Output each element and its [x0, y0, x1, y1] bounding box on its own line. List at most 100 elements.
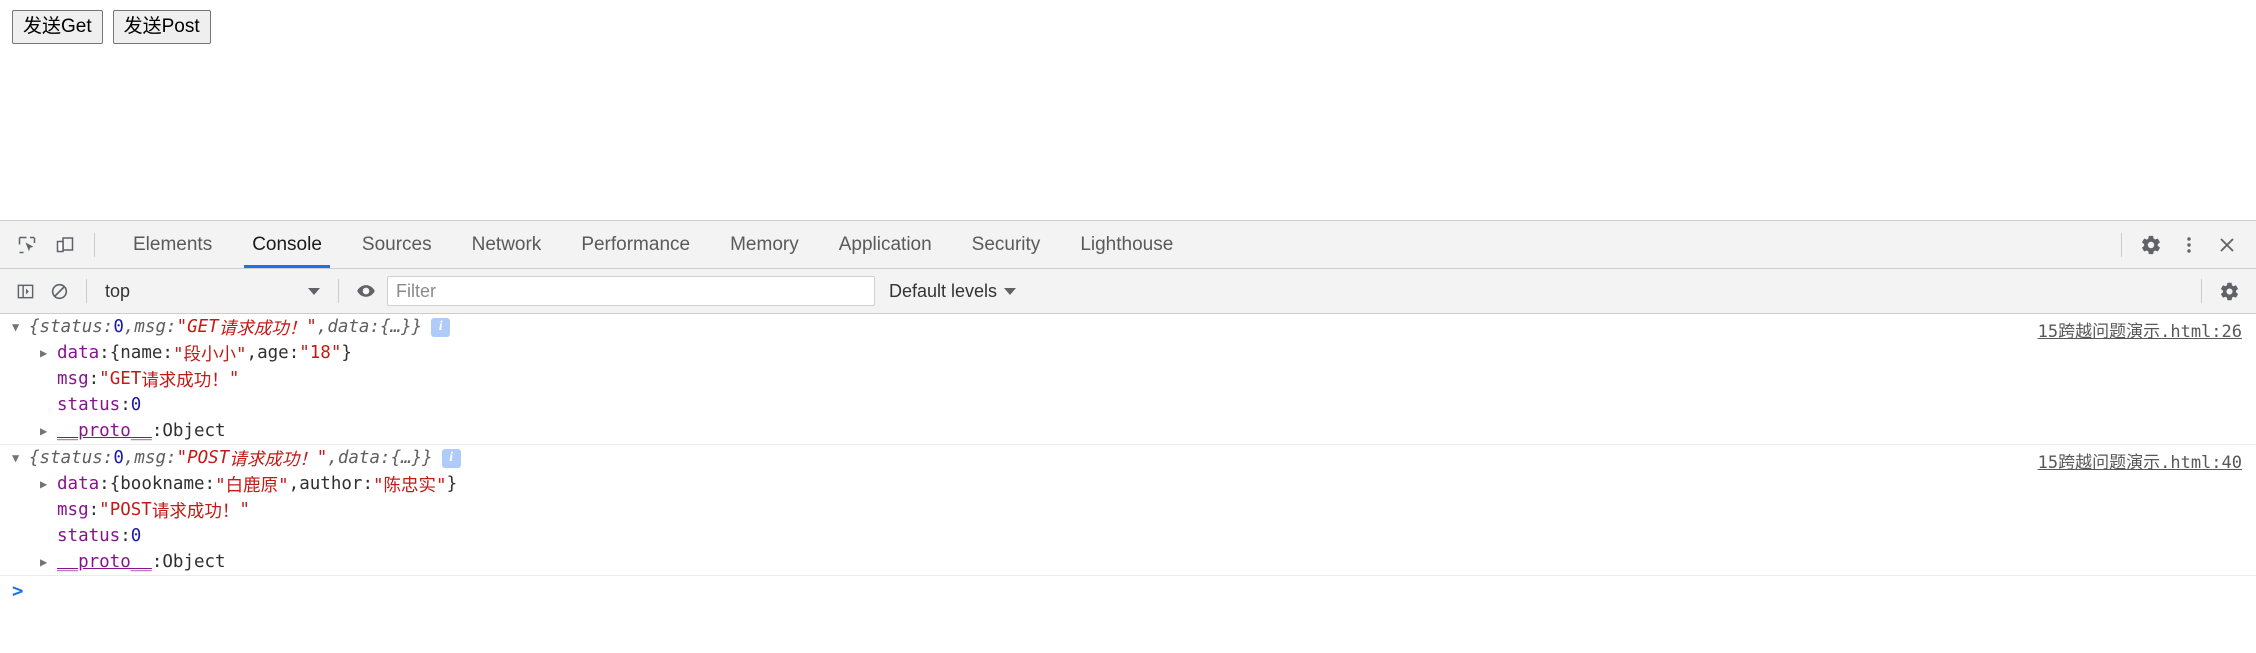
console-filter-input[interactable]	[387, 276, 875, 306]
tab-elements[interactable]: Elements	[113, 221, 232, 268]
object-property-row[interactable]: ▶ __proto__: Object	[0, 418, 2256, 444]
tab-performance[interactable]: Performance	[561, 221, 710, 268]
disclosure-triangle-closed-icon[interactable]: ▶	[40, 555, 52, 569]
toolbar-divider	[86, 279, 87, 303]
disclosure-triangle-closed-icon[interactable]: ▶	[40, 477, 52, 491]
close-devtools-icon[interactable]	[2208, 226, 2246, 264]
property-value-part: ,	[288, 474, 300, 494]
property-key: __proto__	[57, 552, 152, 572]
preview-v2_method: POST	[187, 448, 230, 468]
preview-v3: {…}	[380, 317, 412, 337]
object-property-row[interactable]: msg: " GET 请求成功！ "	[0, 366, 2256, 392]
console-toolbar-actions	[2191, 269, 2246, 313]
preview-sep2: :	[166, 317, 177, 337]
disclosure-triangle-open-icon[interactable]: ▼	[12, 451, 24, 465]
property-separator: :	[120, 526, 131, 546]
live-expression-eye-icon[interactable]	[349, 274, 383, 308]
object-property-row[interactable]: status: 0	[0, 523, 2256, 549]
property-key: data	[57, 343, 100, 363]
preview-v2_quote_open: "	[176, 317, 188, 337]
tab-network[interactable]: Network	[452, 221, 562, 268]
preview-v2_method: GET	[187, 317, 219, 337]
log-level-selector[interactable]: Default levels	[889, 280, 1017, 302]
property-value-part: bookname	[120, 474, 205, 494]
preview-v1: 0	[113, 448, 124, 468]
property-key: __proto__	[57, 421, 152, 441]
console-message-preview[interactable]: ▼{status: 0, msg: " GET 请求成功！ ", data: {…}…	[0, 314, 2256, 342]
preview-k3: data	[327, 317, 370, 337]
inspect-element-icon[interactable]	[8, 226, 46, 264]
preview-k1: status	[39, 448, 103, 468]
device-toolbar-icon[interactable]	[46, 226, 84, 264]
chevron-down-icon	[308, 287, 320, 295]
property-value-part: "18"	[299, 343, 342, 363]
preview-v2_quote_close: "	[306, 317, 317, 337]
property-separator: :	[99, 474, 110, 494]
settings-gear-icon[interactable]	[2132, 226, 2170, 264]
tab-sources[interactable]: Sources	[342, 221, 452, 268]
disclosure-triangle-closed-icon[interactable]: ▶	[40, 424, 52, 438]
property-value-part: 请求成功！	[141, 370, 229, 391]
tab-lighthouse[interactable]: Lighthouse	[1060, 221, 1193, 268]
disclosure-triangle-closed-icon[interactable]: ▶	[40, 346, 52, 360]
console-message-preview[interactable]: ▼{status: 0, msg: " POST 请求成功！ ", data: {……	[0, 445, 2256, 473]
source-location-link[interactable]: 15跨越问题演示.html:40	[2038, 448, 2242, 473]
tab-console[interactable]: Console	[232, 221, 342, 268]
console-log-group: ▼{status: 0, msg: " GET 请求成功！ ", data: {…}…	[0, 314, 2256, 445]
preview-sep3: :	[369, 317, 381, 337]
property-value-part: 0	[130, 526, 142, 546]
property-value-part: "	[99, 500, 110, 520]
tab-security[interactable]: Security	[952, 221, 1061, 268]
devtools-panel: Elements Console Sources Network Performance…	[0, 220, 2256, 653]
clear-console-icon[interactable]	[42, 274, 76, 308]
property-value-part: "	[99, 369, 110, 389]
property-separator: :	[120, 395, 131, 415]
property-value-part: ,	[246, 343, 258, 363]
console-settings-gear-icon[interactable]	[2212, 274, 2246, 308]
property-value-part: :	[204, 474, 216, 494]
property-value-part: "段小小"	[172, 344, 247, 365]
chevron-down-icon	[1004, 287, 1017, 295]
source-location-link[interactable]: 15跨越问题演示.html:26	[2038, 317, 2242, 342]
object-property-row[interactable]: msg: " POST 请求成功！ "	[0, 497, 2256, 523]
preview-close_brace: }	[422, 448, 433, 468]
object-property-row[interactable]: ▶ __proto__: Object	[0, 549, 2256, 575]
preview-v2_quote_close: "	[316, 448, 328, 468]
more-options-icon[interactable]	[2170, 226, 2208, 264]
property-value-part: :	[288, 343, 300, 363]
property-value-part: }	[341, 343, 352, 363]
preview-sep1: :	[102, 448, 114, 468]
preview-k2: msg	[134, 317, 167, 337]
execution-context-selector[interactable]: top	[97, 277, 328, 305]
property-key: msg	[57, 369, 89, 389]
devtools-tabbar: Elements Console Sources Network Performance…	[0, 221, 2256, 269]
object-property-row[interactable]: status: 0	[0, 392, 2256, 418]
log-level-label: Default levels	[889, 280, 998, 301]
console-message-list[interactable]: ▼{status: 0, msg: " GET 请求成功！ ", data: {…}…	[0, 314, 2256, 653]
tab-application[interactable]: Application	[819, 221, 952, 268]
preview-v2_text: 请求成功！	[229, 449, 317, 470]
preview-open_brace: {	[29, 317, 40, 337]
console-sidebar-toggle-icon[interactable]	[8, 274, 42, 308]
object-property-row[interactable]: ▶ data: {bookname: "白鹿原", author: "陈忠实"}	[0, 471, 2256, 497]
send-get-button[interactable]: 发送Get	[12, 10, 103, 44]
console-prompt[interactable]: >	[0, 576, 2256, 606]
property-value-part: Object	[162, 552, 226, 572]
disclosure-triangle-open-icon[interactable]: ▼	[12, 320, 24, 334]
property-value-part: {	[109, 474, 121, 494]
console-groups: ▼{status: 0, msg: " GET 请求成功！ ", data: {…}…	[0, 314, 2256, 576]
property-value-part: {	[109, 343, 121, 363]
tab-memory[interactable]: Memory	[710, 221, 819, 268]
preview-k3: data	[337, 448, 381, 468]
info-icon[interactable]: i	[431, 317, 451, 337]
property-key: msg	[57, 500, 89, 520]
property-value-part: age	[257, 343, 289, 363]
preview-comma1: ,	[123, 317, 135, 337]
send-post-button[interactable]: 发送Post	[112, 10, 211, 44]
property-value-part: :	[362, 474, 373, 494]
preview-sep3: :	[380, 448, 391, 468]
property-value-part: "	[239, 500, 250, 520]
object-property-row[interactable]: ▶ data: {name: "段小小", age: "18"}	[0, 340, 2256, 366]
info-icon[interactable]: i	[441, 448, 461, 468]
property-separator: :	[151, 552, 163, 572]
